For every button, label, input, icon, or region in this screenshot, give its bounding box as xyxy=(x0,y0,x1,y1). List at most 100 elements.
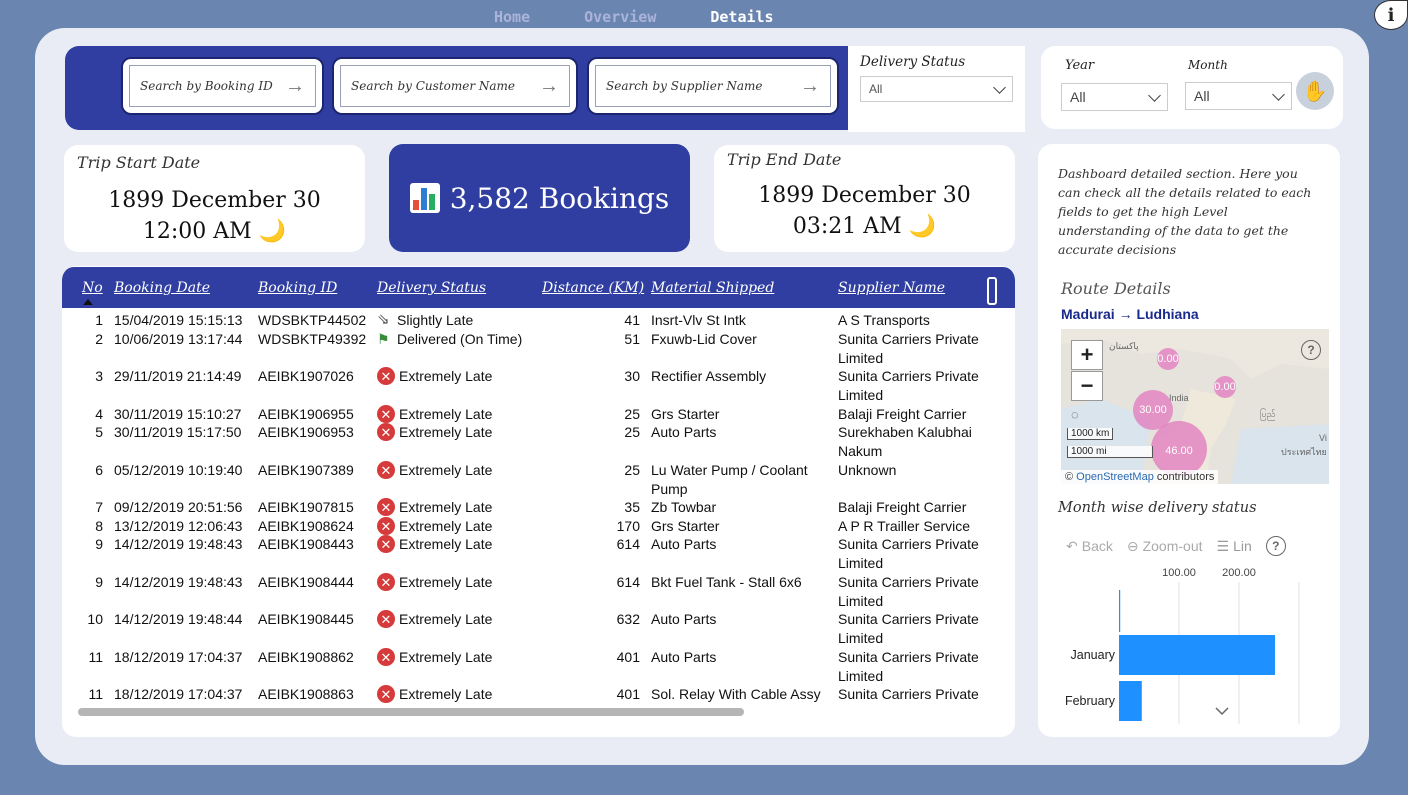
trip-start-time: 12:00 AM xyxy=(142,219,252,244)
cell-booking-date: 18/12/2019 17:04:37 xyxy=(114,686,243,702)
cell-delivery-status: ✕ Extremely Late xyxy=(377,405,492,424)
delivery-status-dropdown[interactable]: All xyxy=(860,76,1013,102)
customer-name-search-placeholder: Search by Customer Name xyxy=(351,79,516,93)
map-label-pakistan: پاکستان xyxy=(1109,341,1139,351)
cell-booking-date: 09/12/2019 20:51:56 xyxy=(114,499,243,515)
cell-delivery-status: ✕ Extremely Late xyxy=(377,535,492,554)
header-distance[interactable]: Distance (KM) xyxy=(542,280,644,296)
back-button[interactable]: ↶ Back xyxy=(1066,538,1113,555)
map-label-myanmar: ပြည် xyxy=(1260,409,1276,419)
cell-supplier: A S Transports xyxy=(838,312,930,328)
moon-icon: 🌙 xyxy=(258,219,287,244)
header-delivery-status[interactable]: Delivery Status xyxy=(377,280,486,296)
error-x-icon: ✕ xyxy=(377,648,395,666)
linear-scale-button[interactable]: ☰ Lin xyxy=(1217,538,1252,555)
status-text: Extremely Late xyxy=(399,424,493,440)
help-icon[interactable]: ? xyxy=(1265,536,1286,556)
status-text: Extremely Late xyxy=(399,518,493,534)
cell-material: Lu Water Pump / Coolant Pump xyxy=(651,462,808,497)
cell-no: 2 xyxy=(95,331,103,347)
side-panel: Dashboard detailed section. Here you can… xyxy=(1038,144,1340,737)
osm-link[interactable]: OpenStreetMap xyxy=(1076,471,1154,483)
cell-no: 5 xyxy=(95,424,103,440)
error-x-icon: ✕ xyxy=(377,498,395,516)
back-label: Back xyxy=(1081,538,1113,554)
header-no[interactable]: No xyxy=(82,280,103,296)
zoom-out-chart-button[interactable]: ⊖ Zoom-out xyxy=(1127,538,1203,555)
booking-id-search-placeholder: Search by Booking ID xyxy=(140,79,273,93)
header-material[interactable]: Material Shipped xyxy=(651,280,774,296)
cell-supplier: Unknown xyxy=(838,462,897,478)
cell-booking-date: 05/12/2019 10:19:40 xyxy=(114,462,243,478)
arrow-right-icon[interactable]: → xyxy=(800,75,820,98)
vertical-scrollbar[interactable] xyxy=(987,277,997,305)
cell-booking-id: WDSBKTP49392 xyxy=(258,331,367,347)
cell-booking-date: 14/12/2019 19:48:43 xyxy=(114,536,243,552)
help-icon[interactable]: ? xyxy=(1301,340,1321,360)
bookings-table: No Booking Date Booking ID Delivery Stat… xyxy=(62,266,1015,737)
status-text: Delivered (On Time) xyxy=(397,331,523,347)
zoom-in-button[interactable]: + xyxy=(1071,340,1103,370)
booking-id-search[interactable]: Search by Booking ID → xyxy=(121,57,324,115)
cell-material: Auto Parts xyxy=(651,424,717,440)
year-label: Year xyxy=(1065,58,1095,73)
cell-no: 8 xyxy=(95,518,103,534)
month-chart-title: Month wise delivery status xyxy=(1058,500,1257,516)
cell-booking-id: AEIBK1908862 xyxy=(258,649,354,665)
cell-no: 4 xyxy=(95,406,103,422)
horizontal-scrollbar[interactable] xyxy=(78,708,744,716)
supplier-name-search[interactable]: Search by Supplier Name → xyxy=(587,57,839,115)
error-x-icon: ✕ xyxy=(377,610,395,628)
clear-filter-hand-icon[interactable]: ✋ xyxy=(1296,72,1334,110)
table-header: No Booking Date Booking ID Delivery Stat… xyxy=(62,267,1015,308)
cell-distance: 51 xyxy=(624,331,640,347)
arrow-down-right-icon: ⇘ xyxy=(377,311,390,328)
chevron-down-icon xyxy=(993,80,1006,94)
cell-distance: 170 xyxy=(616,518,640,534)
info-icon[interactable]: ℹ xyxy=(1374,0,1408,30)
category-label: January xyxy=(1071,648,1116,662)
cell-distance: 41 xyxy=(624,312,640,328)
customer-name-search[interactable]: Search by Customer Name → xyxy=(332,57,578,115)
year-value: All xyxy=(1070,89,1086,105)
error-x-icon: ✕ xyxy=(377,517,395,535)
month-value: All xyxy=(1194,88,1210,104)
lasso-icon[interactable]: ◌ xyxy=(1071,407,1079,422)
cell-material: Sol. Relay With Cable Assy xyxy=(651,686,821,702)
trip-end-date: 1899 December 30 xyxy=(758,183,971,208)
cell-no: 11 xyxy=(88,686,103,702)
cell-booking-date: 30/11/2019 15:10:27 xyxy=(114,406,242,422)
arrow-right-icon[interactable]: → xyxy=(539,75,559,98)
cell-supplier: Sunita Carriers Private Limited xyxy=(838,611,979,646)
cell-distance: 614 xyxy=(616,574,640,590)
cell-no: 3 xyxy=(95,368,103,384)
header-booking-date[interactable]: Booking Date xyxy=(114,280,210,296)
month-dropdown[interactable]: All xyxy=(1185,82,1292,110)
route-map[interactable]: پاکستان India ပြည် ประเทศไทย Vi 0.00 0.0… xyxy=(1061,329,1329,484)
trip-start-label: Trip Start Date xyxy=(77,153,201,172)
bar xyxy=(1119,590,1121,632)
cell-booking-id: AEIBK1906955 xyxy=(258,406,354,422)
map-bubble[interactable]: 0.00 xyxy=(1214,376,1236,398)
map-bubble[interactable]: 0.00 xyxy=(1157,348,1179,370)
delivery-status-value: All xyxy=(869,82,883,96)
cell-booking-id: AEIBK1908863 xyxy=(258,686,354,702)
cell-delivery-status: ✕ Extremely Late xyxy=(377,517,492,536)
header-booking-id[interactable]: Booking ID xyxy=(258,280,337,296)
status-text: Extremely Late xyxy=(399,406,493,422)
delivery-status-filter: Delivery Status All xyxy=(848,46,1025,132)
category-label: February xyxy=(1065,694,1116,708)
zoom-out-button[interactable]: − xyxy=(1071,371,1103,401)
map-bubble[interactable]: 46.00 xyxy=(1151,421,1207,477)
map-label-thailand: ประเทศไทย xyxy=(1281,447,1327,457)
map-attribution: © OpenStreetMap contributors xyxy=(1061,470,1219,484)
cell-booking-date: 29/11/2019 21:14:49 xyxy=(114,368,242,384)
month-delivery-chart: 100.00 200.00 January February xyxy=(1065,567,1300,724)
cell-delivery-status: ✕ Extremely Late xyxy=(377,367,492,386)
arrow-right-icon[interactable]: → xyxy=(285,75,305,98)
cell-material: Fxuwb-Lid Cover xyxy=(651,331,757,347)
header-supplier[interactable]: Supplier Name xyxy=(838,280,945,296)
map-scale-km: 1000 km xyxy=(1067,428,1114,440)
year-dropdown[interactable]: All xyxy=(1061,83,1168,111)
cell-delivery-status: ✕ Extremely Late xyxy=(377,573,492,592)
